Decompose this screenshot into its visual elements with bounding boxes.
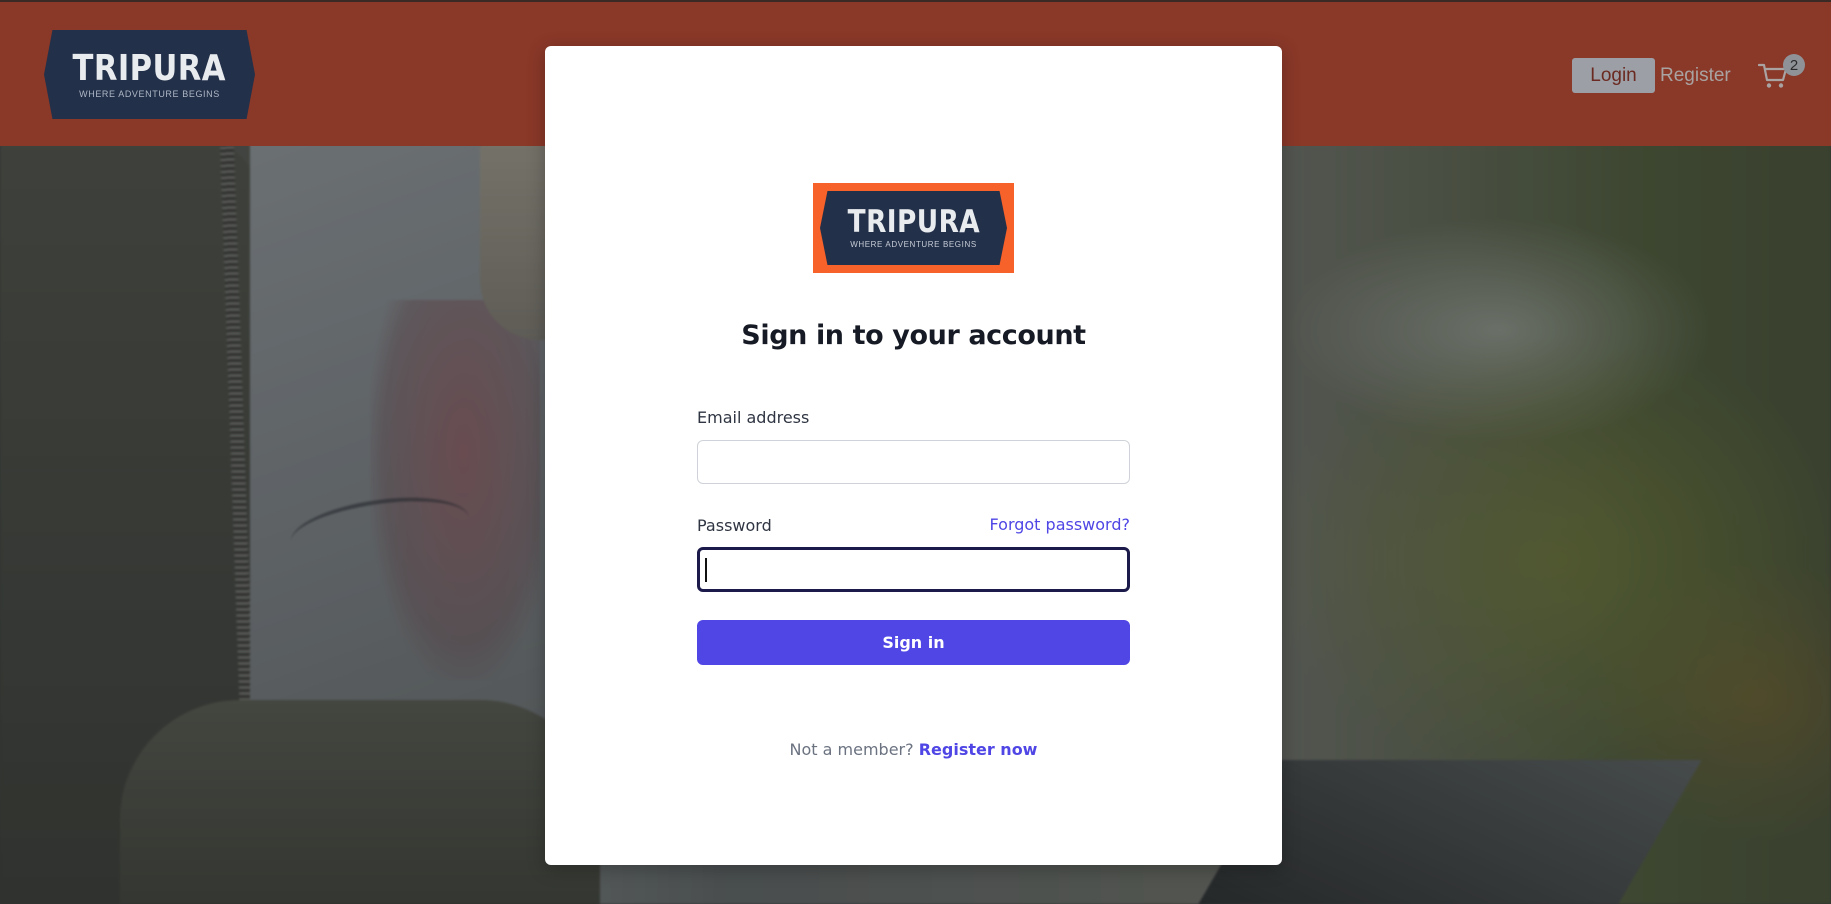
cart-count-badge: 2 xyxy=(1783,54,1805,76)
card-logo-tagline: WHERE ADVENTURE BEGINS xyxy=(850,240,977,249)
sign-in-button[interactable]: Sign in xyxy=(697,620,1130,665)
password-field[interactable] xyxy=(697,547,1130,592)
forgot-password-link[interactable]: Forgot password? xyxy=(990,515,1130,534)
logo-tagline: WHERE ADVENTURE BEGINS xyxy=(79,88,220,99)
not-member-text: Not a member? xyxy=(789,740,914,759)
register-now-link[interactable]: Register now xyxy=(919,740,1038,759)
cart-button[interactable]: 2 xyxy=(1754,54,1808,94)
password-label: Password xyxy=(697,516,772,535)
email-label: Email address xyxy=(697,408,810,427)
header-logo[interactable]: TRIPURA WHERE ADVENTURE BEGINS xyxy=(44,30,255,119)
register-prompt: Not a member? Register now xyxy=(545,740,1282,759)
login-card: TRIPURA WHERE ADVENTURE BEGINS Sign in t… xyxy=(545,46,1282,865)
register-link[interactable]: Register xyxy=(1660,61,1731,91)
card-logo: TRIPURA WHERE ADVENTURE BEGINS xyxy=(820,191,1007,265)
login-button[interactable]: Login xyxy=(1572,58,1655,93)
text-cursor xyxy=(705,558,707,582)
page-title: Sign in to your account xyxy=(741,320,1086,351)
logo-title: TRIPURA xyxy=(72,47,227,89)
card-logo-frame: TRIPURA WHERE ADVENTURE BEGINS xyxy=(813,183,1014,273)
card-logo-title: TRIPURA xyxy=(847,204,980,240)
email-field[interactable] xyxy=(697,440,1130,484)
